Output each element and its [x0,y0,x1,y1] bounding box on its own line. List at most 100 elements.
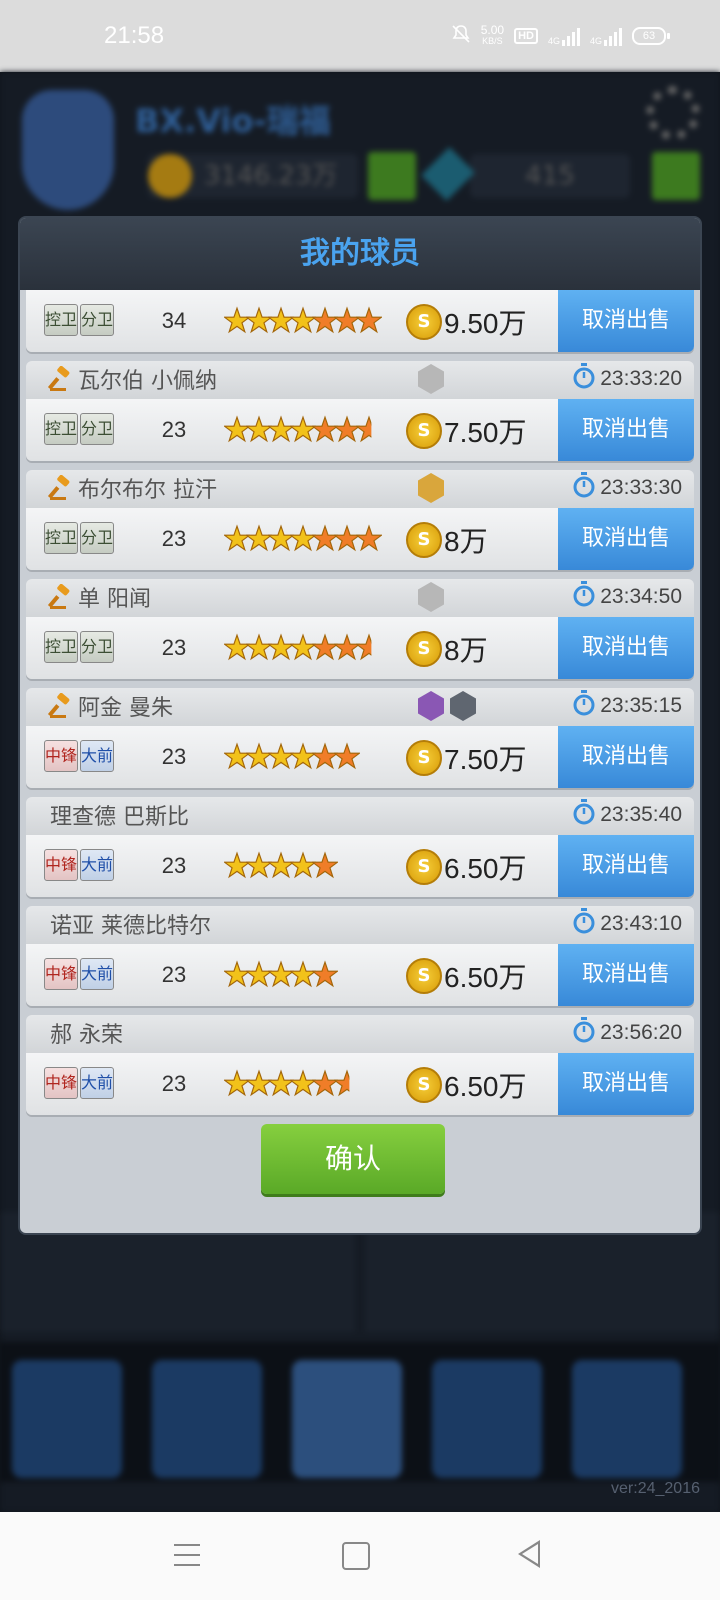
player-age: 23 [161,635,187,660]
star-icon [312,302,338,338]
player-name: 郝 永荣 [50,1023,123,1048]
player-detail-bar: 控卫 分卫 23 S 7.50万 取消出售 [26,399,694,461]
stopwatch-icon [572,363,596,395]
listing-timer: 23:35:15 [572,690,682,722]
star-icon [290,629,316,665]
price-text: 7.50万 [444,744,527,775]
position-tag-primary: 中锋 [44,740,78,772]
stopwatch-icon [572,908,596,940]
price-text: 8万 [444,526,488,557]
player-detail-bar: 控卫 分卫 23 S 8万 取消出售 [26,508,694,570]
asking-price: S 7.50万 [406,411,527,451]
player-badges [418,582,444,612]
listing-timer: 23:34:50 [572,581,682,613]
player-name-bar: 瓦尔伯 小佩纳 23:33:20 [26,361,694,399]
cancel-sale-button[interactable]: 取消出售 [558,726,694,788]
cancel-sale-button[interactable]: 取消出售 [558,508,694,570]
price-text: 6.50万 [444,1071,527,1102]
player-name-bar: 单 阳闻 23:34:50 [26,579,694,617]
asking-price: S 6.50万 [406,847,527,887]
player-name-bar: 理查德 巴斯比 23:35:40 [26,797,694,835]
half-star-icon [334,1065,356,1101]
position-tag-primary: 控卫 [44,304,78,336]
version-label: ver:24_2016 [611,1480,700,1497]
star-icon [224,847,250,883]
listing-timer: 23:35:40 [572,799,682,831]
asking-price: S 6.50万 [406,956,527,996]
kg-badge-icon [418,473,444,503]
star-icon [268,847,294,883]
status-bar: 21:58 5.00 KB/S HD 4G 4G 63 [0,0,720,72]
position-tag-primary: 控卫 [44,631,78,663]
player-detail-bar: 中锋 大前 23 S 6.50万 取消出售 [26,944,694,1006]
player-rating-stars [224,1065,356,1101]
player-detail-bar: 中锋 大前 23 S 6.50万 取消出售 [26,1053,694,1115]
player-name-bar: 郝 永荣 23:56:20 [26,1015,694,1053]
half-star-icon [356,629,378,665]
net-speed-value: 5.00 [480,22,505,37]
star-icon [268,629,294,665]
cancel-sale-button[interactable]: 取消出售 [558,617,694,679]
mute-bell-icon [451,24,471,47]
cancel-sale-button[interactable]: 取消出售 [558,835,694,897]
star-icon [356,302,382,338]
position-tag-secondary: 大前 [80,1067,114,1099]
team-crest [22,90,114,210]
cancel-sale-button[interactable]: 取消出售 [558,1053,694,1115]
auction-gavel-icon [47,365,74,392]
star-icon [246,738,272,774]
star-icon [312,738,338,774]
stopwatch-icon [572,1017,596,1049]
star-icon [334,629,360,665]
player-rating-stars [224,302,382,338]
gem-balance: 415 [470,154,630,198]
auction-gavel-icon [47,692,74,719]
battery-icon: 63 [632,26,670,45]
star-icon [312,629,338,665]
recent-apps-icon[interactable] [174,1544,200,1574]
coin-icon [148,154,192,198]
cancel-sale-button[interactable]: 取消出售 [558,399,694,461]
star-icon [290,738,316,774]
position-tag-secondary: 分卫 [80,522,114,554]
star-icon [290,520,316,556]
star-icon [356,520,382,556]
position-tag-primary: 中锋 [44,958,78,990]
star-icon [246,956,272,992]
cancel-sale-button[interactable]: 取消出售 [558,944,694,1006]
player-rating-stars [224,956,338,992]
timer-text: 23:33:30 [600,476,682,499]
listing-timer: 23:33:30 [572,472,682,504]
coin-icon: S [406,522,442,558]
cancel-sale-button[interactable]: 取消出售 [558,290,694,352]
player-name-bar: 阿金 曼朱 23:35:15 [26,688,694,726]
player-list[interactable]: 控卫 分卫 34 S 9.50万 取消出售 瓦尔伯 小佩纳 23:33:20 控卫 分卫 23 S 7.… [20,290,700,1130]
star-icon [312,520,338,556]
player-badges [418,691,476,721]
player-detail-bar: 中锋 大前 23 S 7.50万 取消出售 [26,726,694,788]
confirm-button[interactable]: 确认 [261,1124,445,1194]
player-badges [418,364,444,394]
position-tag-secondary: 大前 [80,849,114,881]
player-rating-stars [224,847,338,883]
home-icon[interactable] [342,1542,370,1570]
star-icon [290,302,316,338]
position-tag-secondary: 大前 [80,740,114,772]
position-tag-primary: 中锋 [44,849,78,881]
timer-text: 23:35:15 [600,694,682,717]
position-tag-secondary: 分卫 [80,304,114,336]
stopwatch-icon [572,472,596,504]
position-tag-primary: 控卫 [44,413,78,445]
back-icon[interactable] [518,1540,540,1568]
player-age: 23 [161,526,187,551]
timer-text: 23:56:20 [600,1021,682,1044]
price-text: 8万 [444,635,488,666]
star-icon [312,1065,338,1101]
star-icon [312,411,338,447]
player-age: 23 [161,417,187,442]
listing-timer: 23:43:10 [572,908,682,940]
net-speed-unit: KB/S [482,35,503,46]
dialog-title: 我的球员 [300,236,420,271]
asking-price: S 7.50万 [406,738,527,778]
star-icon [246,847,272,883]
